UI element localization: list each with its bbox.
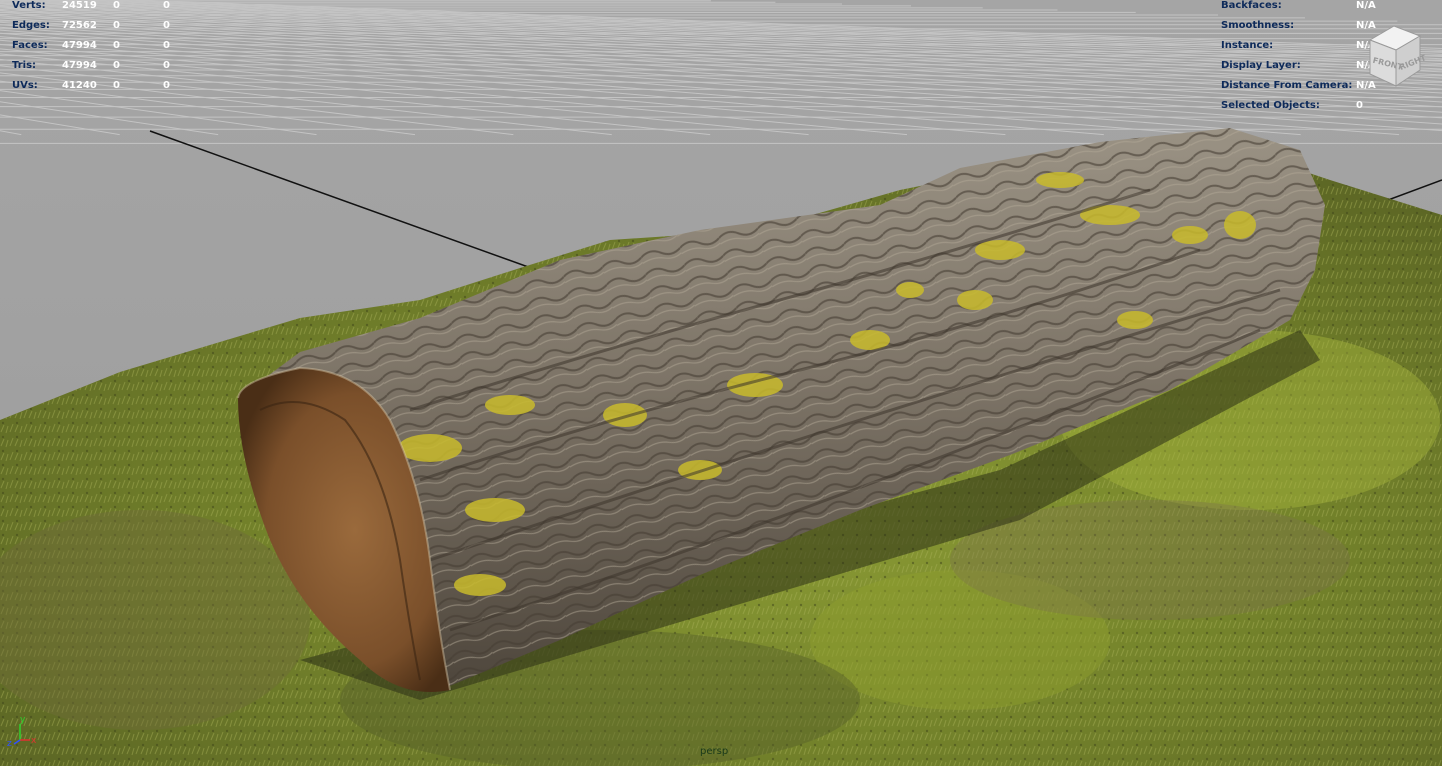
poly-stat-selected: 0 bbox=[113, 60, 120, 71]
object-detail-label: Instance: bbox=[1221, 40, 1274, 51]
poly-stat-label: Verts: bbox=[12, 0, 46, 11]
poly-stat-label: UVs: bbox=[12, 80, 38, 91]
poly-stat-component: 0 bbox=[163, 40, 170, 51]
object-detail-row: Distance From Camera: N/A bbox=[1221, 80, 1376, 100]
poly-stat-row: Tris: 47994 0 0 bbox=[12, 60, 170, 80]
poly-stat-label: Edges: bbox=[12, 20, 50, 31]
poly-stat-component: 0 bbox=[163, 60, 170, 71]
poly-stat-value: 47994 bbox=[62, 40, 97, 51]
object-detail-row: Instance: N/A bbox=[1221, 40, 1376, 60]
object-detail-value: 0 bbox=[1356, 100, 1363, 111]
poly-stat-component: 0 bbox=[163, 0, 170, 11]
poly-stat-value: 72562 bbox=[62, 20, 97, 31]
poly-stat-selected: 0 bbox=[113, 0, 120, 11]
object-detail-row: Smoothness: N/A bbox=[1221, 20, 1376, 40]
object-detail-value: N/A bbox=[1356, 0, 1376, 11]
object-detail-row: Display Layer: N/A bbox=[1221, 60, 1376, 80]
poly-stat-selected: 0 bbox=[113, 80, 120, 91]
object-detail-label: Distance From Camera: bbox=[1221, 80, 1353, 91]
poly-stat-label: Tris: bbox=[12, 60, 37, 71]
object-detail-label: Display Layer: bbox=[1221, 60, 1301, 71]
poly-stat-value: 41240 bbox=[62, 80, 97, 91]
camera-name-label: persp bbox=[700, 746, 729, 757]
axis-x-label: x bbox=[31, 736, 37, 746]
poly-stat-value: 24519 bbox=[62, 0, 97, 11]
poly-stat-row: Edges: 72562 0 0 bbox=[12, 20, 170, 40]
poly-stat-selected: 0 bbox=[113, 20, 120, 31]
object-detail-label: Selected Objects: bbox=[1221, 100, 1320, 111]
axis-y-label: y bbox=[20, 715, 26, 725]
axis-z-label: z bbox=[7, 739, 12, 749]
object-detail-row: Backfaces: N/A bbox=[1221, 0, 1376, 20]
object-detail-label: Smoothness: bbox=[1221, 20, 1295, 31]
poly-stat-row: Faces: 47994 0 0 bbox=[12, 40, 170, 60]
poly-stat-selected: 0 bbox=[113, 40, 120, 51]
poly-stat-component: 0 bbox=[163, 20, 170, 31]
poly-stat-row: UVs: 41240 0 0 bbox=[12, 80, 170, 100]
poly-stat-component: 0 bbox=[163, 80, 170, 91]
poly-count-hud: Verts: 24519 0 0 Edges: 72562 0 0 Faces: 47994 0 0 T… bbox=[12, 0, 170, 100]
poly-stat-label: Faces: bbox=[12, 40, 48, 51]
poly-stat-value: 47994 bbox=[62, 60, 97, 71]
object-detail-label: Backfaces: bbox=[1221, 0, 1282, 11]
maya-viewport[interactable]: Verts: 24519 0 0 Edges: 72562 0 0 Faces: 47994 0 0 T… bbox=[0, 0, 1442, 766]
axis-gizmo-icon: y x z bbox=[7, 715, 37, 749]
view-cube-icon[interactable]: FRONT RIGHT bbox=[1362, 20, 1426, 90]
object-detail-row: Selected Objects: 0 bbox=[1221, 100, 1376, 120]
object-details-hud: Backfaces: N/A Smoothness: N/A Instance: N/A D… bbox=[1221, 0, 1376, 120]
poly-stat-row: Verts: 24519 0 0 bbox=[12, 0, 170, 20]
